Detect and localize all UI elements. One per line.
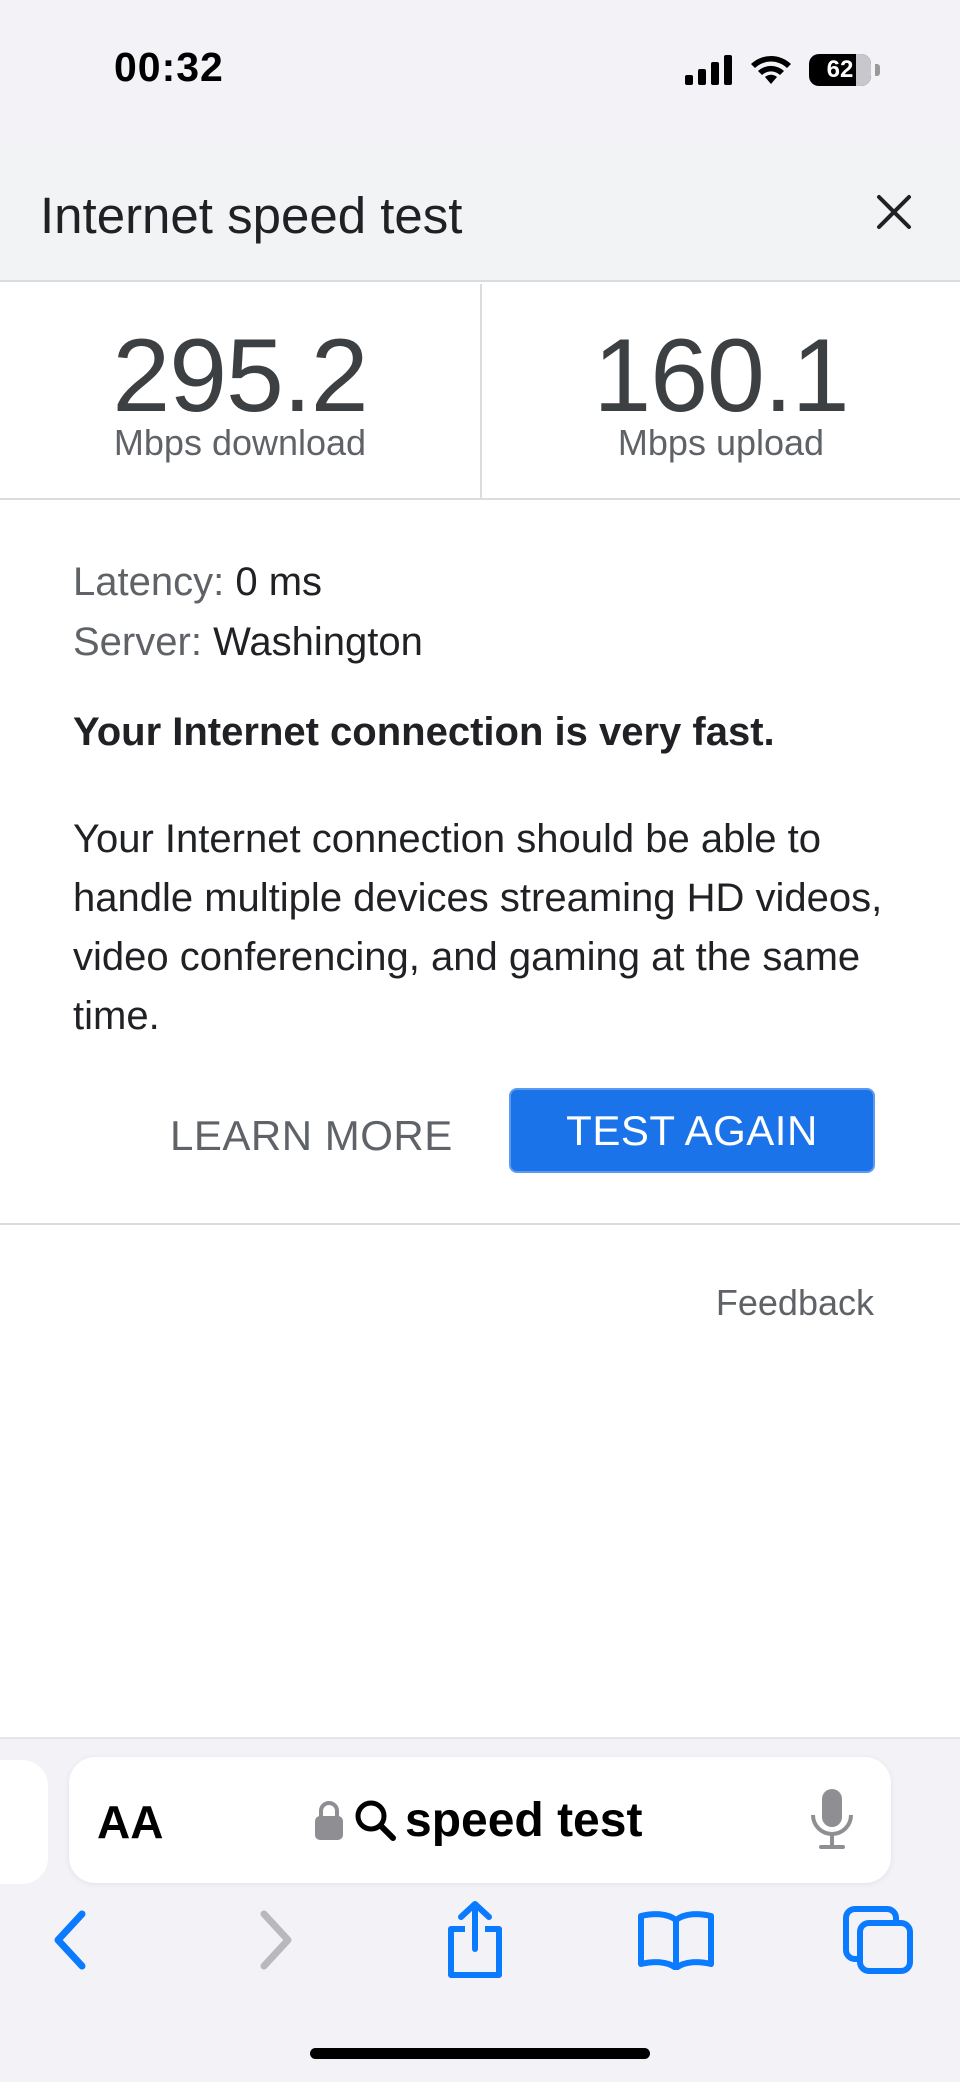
learn-more-button[interactable]: LEARN MORE xyxy=(170,1112,453,1160)
feedback-link[interactable]: Feedback xyxy=(716,1282,874,1324)
tabs-icon xyxy=(843,1906,913,1974)
upload-value: 160.1 xyxy=(593,318,849,434)
download-result: 295.2 Mbps download xyxy=(0,284,480,498)
bookmarks-button[interactable] xyxy=(636,1900,716,1980)
test-again-button[interactable]: TEST AGAIN xyxy=(509,1088,875,1173)
microphone-button[interactable] xyxy=(807,1787,857,1851)
speed-test-header: Internet speed test xyxy=(0,142,960,282)
status-time: 00:32 xyxy=(114,44,224,90)
forward-button[interactable] xyxy=(236,1900,316,1980)
text-size-label: AA xyxy=(97,1796,164,1848)
home-indicator xyxy=(310,2048,650,2059)
server-label: Server: xyxy=(73,620,202,664)
browser-toolbar xyxy=(0,1900,960,1990)
server-value: Washington xyxy=(213,620,423,664)
chevron-right-icon xyxy=(260,1910,292,1970)
upload-label: Mbps upload xyxy=(617,422,825,463)
download-value: 295.2 xyxy=(112,318,368,434)
download-label: Mbps download xyxy=(113,422,367,463)
speed-verdict: Your Internet connection is very fast. xyxy=(73,710,775,754)
battery-nub xyxy=(875,64,880,76)
search-icon xyxy=(355,1800,396,1841)
book-icon xyxy=(638,1911,714,1970)
card-title: Internet speed test xyxy=(40,187,463,244)
lock-icon xyxy=(315,1801,343,1840)
latency-value: 0 ms xyxy=(235,560,323,604)
battery-icon: 62 xyxy=(809,54,871,86)
address-content[interactable]: speed test xyxy=(313,1785,642,1855)
chevron-left-icon xyxy=(54,1910,86,1970)
latency-label: Latency: xyxy=(73,560,225,604)
status-bar: 00:32 62 xyxy=(0,0,960,142)
address-bar[interactable]: AA speed test xyxy=(69,1757,891,1883)
close-button[interactable] xyxy=(864,182,924,242)
upload-result: 160.1 Mbps upload xyxy=(480,284,960,498)
close-icon xyxy=(877,195,911,229)
microphone-icon xyxy=(811,1789,853,1849)
server-line: Server: Washington xyxy=(73,612,893,672)
wifi-icon xyxy=(751,56,791,84)
address-text: speed test xyxy=(405,1793,643,1847)
latency-line: Latency: 0 ms xyxy=(73,552,893,612)
battery-level: 62 xyxy=(826,56,854,83)
back-button[interactable] xyxy=(30,1900,110,1980)
text-size-button[interactable]: AA xyxy=(97,1795,163,1849)
share-button[interactable] xyxy=(435,1900,515,1980)
test-details: Latency: 0 ms Server: Washington xyxy=(73,552,893,672)
previous-tab-peek[interactable] xyxy=(0,1760,48,1884)
speed-results: 295.2 Mbps download 160.1 Mbps upload xyxy=(0,284,960,500)
tabs-button[interactable] xyxy=(838,1900,918,1980)
speed-explanation: Your Internet connection should be able … xyxy=(73,817,883,1038)
share-icon xyxy=(448,1901,502,1978)
status-icons: 62 xyxy=(685,52,880,88)
divider xyxy=(0,1223,960,1225)
cellular-signal-icon xyxy=(685,55,732,85)
